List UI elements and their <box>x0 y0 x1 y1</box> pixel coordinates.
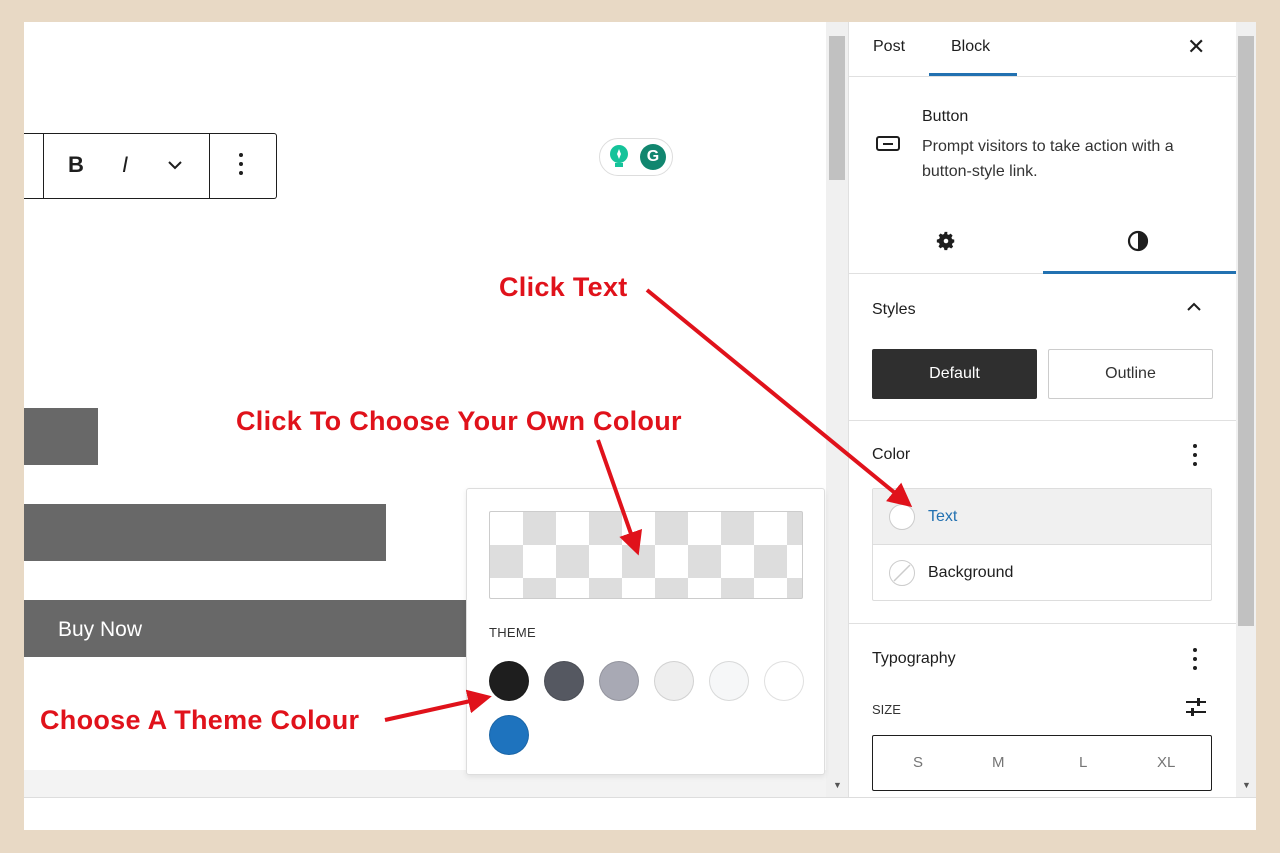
arrow-to-text <box>645 288 913 508</box>
annotation-choose-own: Click To Choose Your Own Colour <box>236 406 682 436</box>
arrow-to-custom-color <box>596 439 643 556</box>
annotation-click-text: Click Text <box>499 272 628 302</box>
arrow-to-theme-color <box>384 689 492 722</box>
annotation-choose-theme: Choose A Theme Colour <box>40 705 360 735</box>
